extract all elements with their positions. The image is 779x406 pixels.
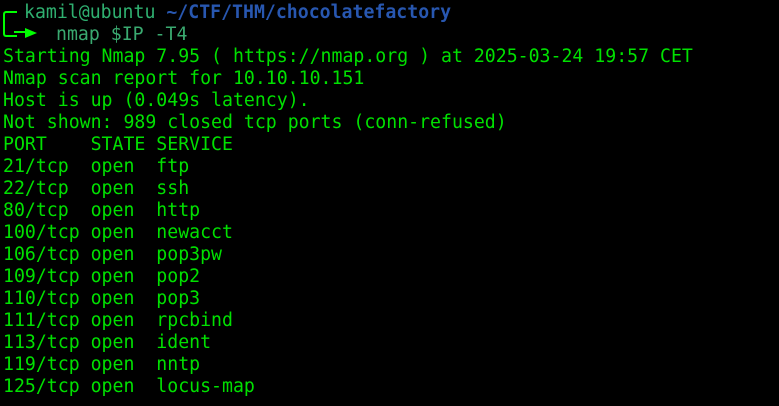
output-line: 125/tcp open locus-map: [3, 376, 255, 397]
prompt-user: kamil@ubuntu: [24, 2, 156, 23]
prompt-path: ~/CTF/THM/chocolatefactory: [166, 2, 452, 23]
command-line[interactable]: nmap $IP -T4: [3, 24, 693, 46]
output-line: 109/tcp open pop2: [3, 266, 201, 287]
command-text: nmap $IP -T4: [56, 24, 188, 45]
output-line: 21/tcp open ftp: [3, 156, 190, 177]
output-line: Host is up (0.049s latency).: [3, 90, 310, 111]
output-line: Not shown: 989 closed tcp ports (conn-re…: [3, 112, 507, 133]
output-line: 110/tcp open pop3: [3, 288, 201, 309]
output-line: 100/tcp open newacct: [3, 222, 233, 243]
output-line: 119/tcp open nntp: [3, 354, 201, 375]
output-line: Nmap scan report for 10.10.10.151: [3, 68, 365, 89]
output-line: 80/tcp open http: [3, 200, 201, 221]
output-line: Starting Nmap 7.95 ( https://nmap.org ) …: [3, 46, 693, 67]
prompt-line: kamil@ubuntu ~/CTF/THM/chocolatefactory: [3, 2, 693, 24]
terminal-output: kamil@ubuntu ~/CTF/THM/chocolatefactory …: [3, 2, 693, 398]
output-line: 22/tcp open ssh: [3, 178, 190, 199]
output-line: 113/tcp open ident: [3, 332, 212, 353]
output-line: PORT STATE SERVICE: [3, 134, 233, 155]
output-line: 111/tcp open rpcbind: [3, 310, 233, 331]
output-line: 106/tcp open pop3pw: [3, 244, 222, 265]
